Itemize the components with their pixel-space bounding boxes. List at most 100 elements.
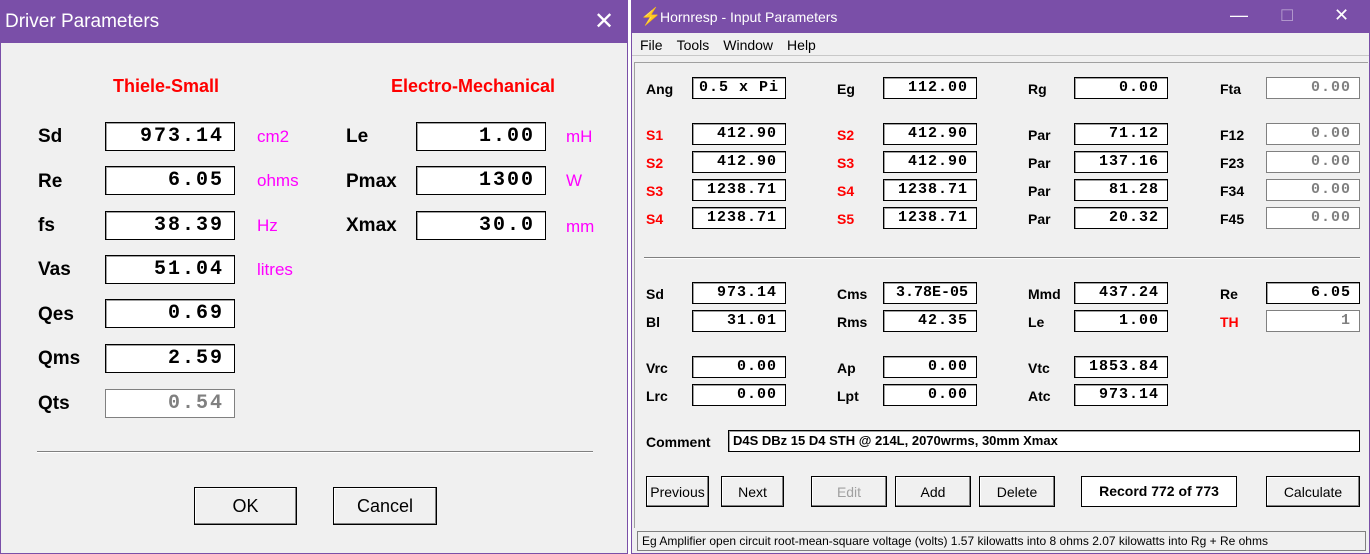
next-button[interactable]: Next (721, 476, 784, 507)
vrc-field[interactable]: 0.00 (692, 356, 786, 378)
pmax-field[interactable]: 1300 (416, 166, 546, 195)
re-field[interactable]: 6.05 (105, 166, 235, 195)
par-field[interactable]: 71.12 (1074, 123, 1168, 145)
previous-button[interactable]: Previous (646, 476, 709, 507)
vtc-field[interactable]: 1853.84 (1074, 356, 1168, 378)
th-field: 1 (1266, 310, 1360, 332)
par-field[interactable]: 81.28 (1074, 179, 1168, 201)
thiele-small-heading: Thiele-Small (113, 76, 220, 96)
par-field[interactable]: 137.16 (1074, 151, 1168, 173)
le-field[interactable]: 1.00 (1074, 310, 1168, 332)
rms-field[interactable]: 42.35 (883, 310, 977, 332)
re-field[interactable]: 6.05 (1266, 282, 1360, 304)
atc-field[interactable]: 973.14 (1074, 384, 1168, 406)
divider (37, 451, 593, 453)
ang-field[interactable]: 0.5 x Pi (692, 77, 786, 99)
fta-label: Fta (1220, 81, 1241, 97)
calculate-button[interactable]: Calculate (1266, 476, 1360, 507)
eg-field[interactable]: 112.00 (883, 77, 977, 99)
s3-field[interactable]: 412.90 (883, 151, 977, 173)
lightning-icon: ⚡ (640, 7, 662, 26)
xmax-label: Xmax (346, 215, 397, 236)
lrc-label: Lrc (646, 388, 668, 404)
fta-field: 0.00 (1266, 77, 1360, 99)
comment-label: Comment (646, 434, 711, 450)
le-field[interactable]: 1.00 (416, 122, 546, 151)
vas-label: Vas (38, 259, 71, 280)
re-unit: ohms (257, 171, 299, 190)
close-icon[interactable]: ✕ (1334, 5, 1349, 26)
fs-field[interactable]: 38.39 (105, 211, 235, 240)
cms-field[interactable]: 3.78E-05 (883, 282, 977, 304)
re-label: Re (1220, 286, 1238, 302)
le-label: Le (346, 126, 369, 147)
s2-field[interactable]: 412.90 (692, 151, 786, 173)
re-label: Re (38, 171, 63, 192)
xmax-field[interactable]: 30.0 (416, 211, 546, 240)
s3-label: S3 (837, 155, 855, 171)
maximize-icon: ☐ (1280, 8, 1295, 25)
f45-label: F45 (1220, 211, 1245, 227)
s3-field[interactable]: 1238.71 (692, 179, 786, 201)
menu-file[interactable]: File (640, 37, 663, 53)
par-label: Par (1028, 127, 1051, 143)
par-label: Par (1028, 211, 1051, 227)
delete-button[interactable]: Delete (979, 476, 1055, 507)
s4-label: S4 (837, 183, 855, 199)
driver-dialog-title: Driver Parameters (5, 11, 160, 32)
ap-label: Ap (837, 360, 856, 376)
sd-field[interactable]: 973.14 (692, 282, 786, 304)
par-label: Par (1028, 155, 1051, 171)
ap-field[interactable]: 0.00 (883, 356, 977, 378)
menu-tools[interactable]: Tools (677, 37, 710, 53)
qes-field[interactable]: 0.69 (105, 299, 235, 328)
sd-field[interactable]: 973.14 (105, 122, 235, 151)
cancel-button[interactable]: Cancel (333, 487, 437, 525)
rg-field[interactable]: 0.00 (1074, 77, 1168, 99)
fs-label: fs (38, 215, 55, 236)
menu-window[interactable]: Window (723, 37, 773, 53)
f23-label: F23 (1220, 155, 1245, 171)
f12-label: F12 (1220, 127, 1245, 143)
driver-parameters-dialog: Driver Parameters ✕ Thiele-Small Electro… (0, 0, 628, 554)
f12-field: 0.00 (1266, 123, 1360, 145)
bl-field[interactable]: 31.01 (692, 310, 786, 332)
qms-field[interactable]: 2.59 (105, 344, 235, 373)
close-icon[interactable]: ✕ (591, 7, 617, 36)
mmd-field[interactable]: 437.24 (1074, 282, 1168, 304)
eg-label: Eg (837, 81, 855, 97)
s2-label: S2 (646, 155, 664, 171)
comment-field[interactable]: D4S DBz 15 D4 STH @ 214L, 2070wrms, 30mm… (728, 430, 1360, 452)
f23-field: 0.00 (1266, 151, 1360, 173)
vtc-label: Vtc (1028, 360, 1050, 376)
ang-label: Ang (646, 81, 674, 97)
s2-field[interactable]: 412.90 (883, 123, 977, 145)
th-label: TH (1220, 314, 1239, 330)
pmax-label: Pmax (346, 171, 397, 192)
minimize-icon[interactable]: — (1230, 5, 1248, 26)
s1-field[interactable]: 412.90 (692, 123, 786, 145)
lrc-field[interactable]: 0.00 (692, 384, 786, 406)
qts-field: 0.54 (105, 389, 235, 418)
f45-field: 0.00 (1266, 207, 1360, 229)
s5-field[interactable]: 1238.71 (883, 207, 977, 229)
s1-label: S1 (646, 127, 664, 143)
menu-bar: File Tools Window Help (640, 35, 830, 55)
rms-label: Rms (837, 314, 868, 330)
lpt-label: Lpt (837, 388, 859, 404)
le-label: Le (1028, 314, 1045, 330)
menu-help[interactable]: Help (787, 37, 816, 53)
s5-label: S5 (837, 211, 855, 227)
par-field[interactable]: 20.32 (1074, 207, 1168, 229)
par-label: Par (1028, 183, 1051, 199)
s4-field[interactable]: 1238.71 (883, 179, 977, 201)
add-button[interactable]: Add (895, 476, 971, 507)
electro-mechanical-heading: Electro-Mechanical (391, 76, 556, 96)
s4-label: S4 (646, 211, 664, 227)
vas-field[interactable]: 51.04 (105, 255, 235, 284)
edit-button: Edit (811, 476, 887, 507)
ok-button[interactable]: OK (194, 487, 297, 525)
lpt-field[interactable]: 0.00 (883, 384, 977, 406)
pmax-unit: W (566, 171, 583, 190)
s4-field[interactable]: 1238.71 (692, 207, 786, 229)
